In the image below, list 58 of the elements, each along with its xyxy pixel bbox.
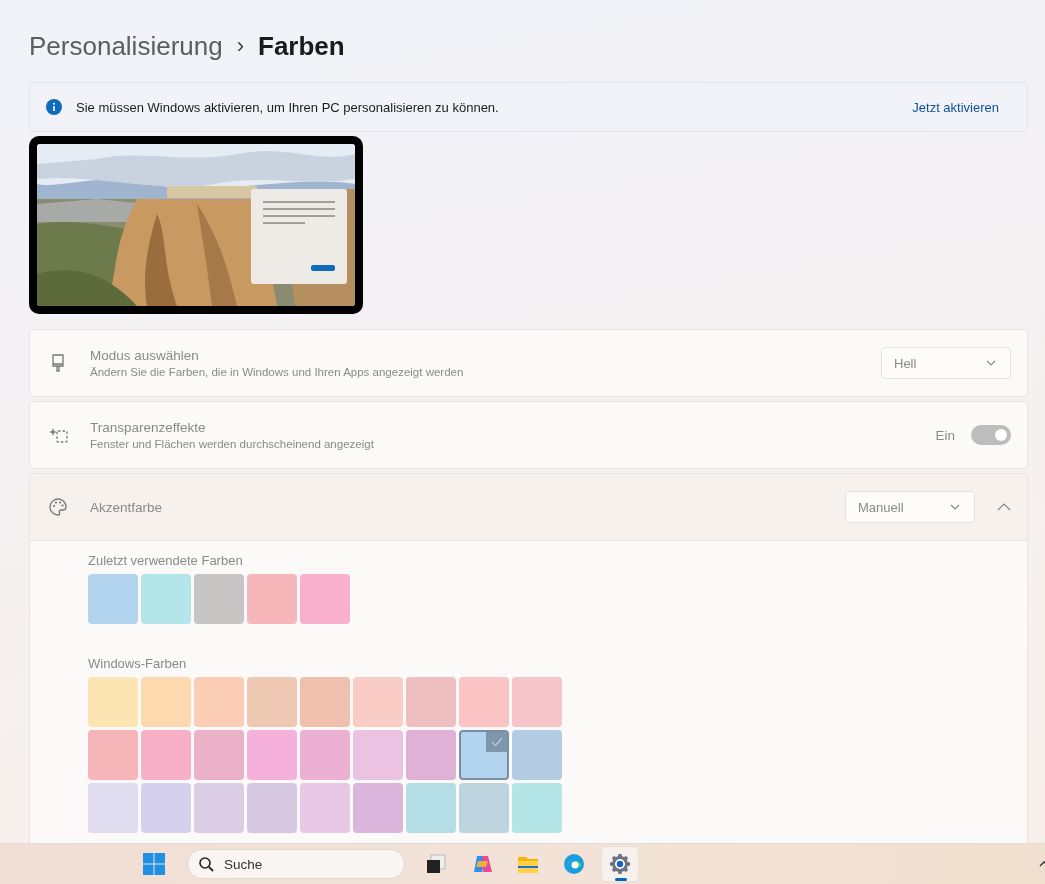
search-icon xyxy=(199,856,214,872)
search-placeholder: Suche xyxy=(224,856,263,872)
setting-title: Transparenzeffekte xyxy=(90,420,207,435)
color-swatch[interactable] xyxy=(194,783,244,833)
setting-title: Modus auswählen xyxy=(90,348,200,363)
toggle-state: Ein xyxy=(935,427,955,443)
color-swatch[interactable] xyxy=(512,783,562,833)
setting-title: Akzentfarbe xyxy=(90,499,164,515)
color-swatch[interactable] xyxy=(300,783,350,833)
search-field[interactable]: Suche xyxy=(187,849,405,879)
section-label: Windows-Farben xyxy=(88,656,188,671)
color-swatch[interactable] xyxy=(512,730,562,780)
settings-icon xyxy=(609,853,631,875)
color-swatch[interactable] xyxy=(194,677,244,727)
color-swatch[interactable] xyxy=(300,730,350,780)
start-icon[interactable] xyxy=(143,853,165,875)
copilot-icon xyxy=(471,853,493,875)
palette-icon xyxy=(48,497,68,517)
color-swatch[interactable] xyxy=(88,574,138,624)
color-swatch[interactable] xyxy=(247,677,297,727)
color-swatch[interactable] xyxy=(247,574,297,624)
color-swatch[interactable] xyxy=(459,677,509,727)
color-swatch[interactable] xyxy=(512,677,562,727)
color-swatch[interactable] xyxy=(141,730,191,780)
task-view-icon xyxy=(425,853,447,875)
color-swatch[interactable] xyxy=(406,677,456,727)
color-swatch[interactable] xyxy=(300,677,350,727)
color-swatch[interactable] xyxy=(300,574,350,624)
info-icon xyxy=(46,99,62,115)
color-swatch[interactable] xyxy=(459,783,509,833)
chevron-down-icon xyxy=(986,360,996,366)
color-swatch[interactable] xyxy=(353,730,403,780)
color-swatch[interactable] xyxy=(194,574,244,624)
color-swatch[interactable] xyxy=(88,730,138,780)
checkmark-icon xyxy=(490,737,503,747)
color-swatch[interactable] xyxy=(88,783,138,833)
breadcrumb-separator: › xyxy=(236,33,244,59)
chevron-down-icon xyxy=(950,504,960,510)
color-swatch[interactable] xyxy=(406,783,456,833)
color-swatch[interactable] xyxy=(406,730,456,780)
color-swatch[interactable] xyxy=(141,574,191,624)
color-swatch[interactable] xyxy=(194,730,244,780)
color-swatch[interactable] xyxy=(141,783,191,833)
edge-icon xyxy=(563,853,585,875)
color-swatch[interactable] xyxy=(353,677,403,727)
section-label: Zuletzt verwendete Farben xyxy=(88,553,244,568)
color-swatch[interactable] xyxy=(353,783,403,833)
breadcrumb-link[interactable]: Personalisierung xyxy=(29,30,223,62)
banner-message: Sie müssen Windows aktivieren, um Ihren PC personalisieren zu können. xyxy=(76,99,500,115)
color-swatch[interactable] xyxy=(88,677,138,727)
color-swatch[interactable] xyxy=(459,730,509,780)
color-swatch[interactable] xyxy=(141,677,191,727)
setting-description: Fenster und Flächen werden durchscheinend angezeigt xyxy=(90,438,375,450)
activate-link[interactable]: Jetzt aktivieren xyxy=(912,99,999,115)
color-swatch[interactable] xyxy=(247,783,297,833)
setting-description: Ändern Sie die Farben, die in Windows und Ihren Apps angezeigt werden xyxy=(90,366,465,378)
color-swatch[interactable] xyxy=(247,730,297,780)
page-title: Farben xyxy=(258,30,345,62)
